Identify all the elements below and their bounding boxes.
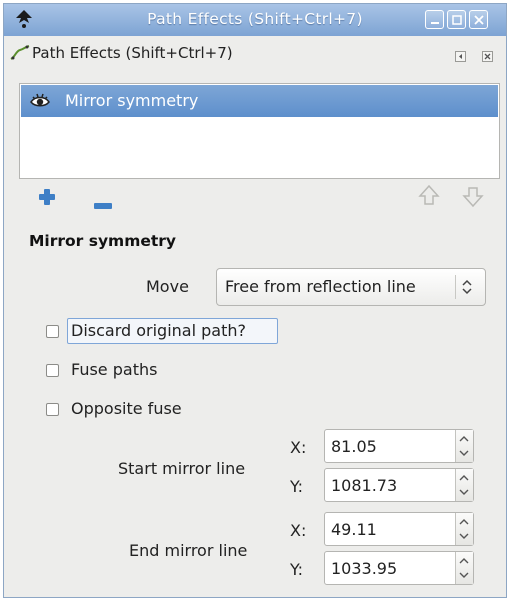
start-x-stepper[interactable]: [455, 430, 473, 462]
spin-arrows-icon: [459, 436, 469, 456]
end-y-value: 1033.95: [331, 559, 398, 578]
dock-close-icon[interactable]: [482, 47, 493, 62]
move-up-icon[interactable]: [418, 184, 440, 212]
move-label: Move: [146, 277, 189, 296]
start-x-spinbox[interactable]: 81.05: [324, 429, 474, 463]
end-x-stepper[interactable]: [455, 513, 473, 545]
visibility-eye-icon[interactable]: [29, 92, 51, 114]
end-y-stepper[interactable]: [455, 552, 473, 584]
remove-icon[interactable]: [94, 195, 112, 214]
minimize-button[interactable]: [425, 10, 444, 29]
close-icon: [474, 15, 484, 25]
end-y-spinbox[interactable]: 1033.95: [324, 551, 474, 585]
effect-list-item[interactable]: Mirror symmetry: [21, 85, 498, 117]
maximize-icon: [452, 15, 462, 25]
spin-arrows-icon: [459, 519, 469, 539]
fuse-paths-label: Fuse paths: [71, 360, 158, 379]
effects-list[interactable]: Mirror symmetry: [19, 83, 500, 179]
close-button[interactable]: [469, 10, 488, 29]
end-y-label: Y:: [290, 560, 304, 579]
end-mirror-line-label: End mirror line: [129, 541, 248, 560]
add-icon[interactable]: [38, 188, 56, 210]
effect-name-label: Mirror symmetry: [65, 91, 199, 110]
discard-original-checkbox[interactable]: [46, 325, 59, 338]
end-x-spinbox[interactable]: 49.11: [324, 512, 474, 546]
end-x-label: X:: [290, 521, 307, 540]
start-x-value: 81.05: [331, 437, 377, 456]
spin-arrows-icon: [459, 558, 469, 578]
start-y-spinbox[interactable]: 1081.73: [324, 468, 474, 502]
chevron-up-down-icon: [460, 277, 474, 301]
window-titlebar[interactable]: Path Effects (Shift+Ctrl+7): [4, 4, 506, 36]
move-down-icon[interactable]: [462, 184, 484, 212]
effect-settings-title: Mirror symmetry: [29, 232, 177, 250]
dock-title: Path Effects (Shift+Ctrl+7): [32, 44, 233, 62]
path-effects-icon: [10, 45, 30, 65]
move-mode-dropdown[interactable]: Free from reflection line: [216, 268, 486, 306]
maximize-button[interactable]: [447, 10, 466, 29]
minimize-icon: [431, 22, 439, 24]
start-y-value: 1081.73: [331, 476, 398, 495]
discard-original-label: Discard original path?: [71, 321, 246, 340]
opposite-fuse-checkbox[interactable]: [46, 403, 59, 416]
path-effects-window: Path Effects (Shift+Ctrl+7) Path Effects…: [3, 3, 507, 598]
dock-iconify-icon[interactable]: [455, 47, 466, 62]
start-x-label: X:: [290, 438, 307, 457]
start-y-stepper[interactable]: [455, 469, 473, 501]
start-mirror-line-label: Start mirror line: [118, 459, 246, 478]
start-y-label: Y:: [290, 477, 304, 496]
spin-arrows-icon: [459, 475, 469, 495]
fuse-paths-checkbox[interactable]: [46, 364, 59, 377]
opposite-fuse-label: Opposite fuse: [71, 399, 182, 418]
move-mode-value: Free from reflection line: [225, 277, 416, 296]
end-x-value: 49.11: [331, 520, 377, 539]
dock-header: Path Effects (Shift+Ctrl+7): [4, 37, 506, 67]
combo-separator: [455, 275, 456, 299]
